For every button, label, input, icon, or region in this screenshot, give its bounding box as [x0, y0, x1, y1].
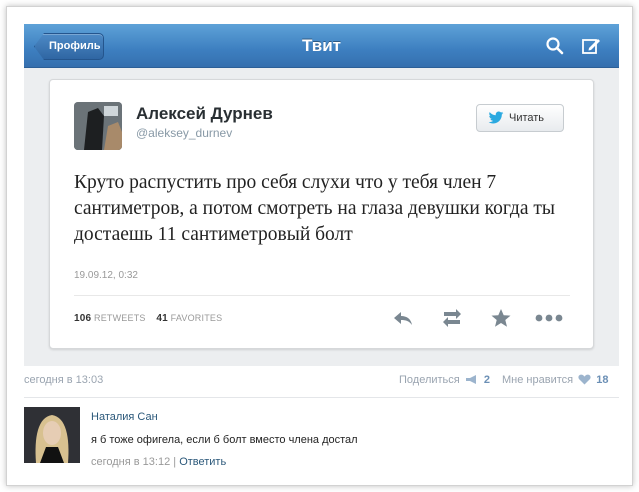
tweet-text: Круто распустить про себя слухи что у те…: [74, 172, 556, 245]
follow-label: Читать: [509, 112, 545, 124]
post-meta: сегодня в 13:03 Поделиться 2 Мне нравитс…: [24, 374, 619, 390]
heart-icon: [578, 374, 591, 385]
author-name[interactable]: Алексей Дурнев: [136, 104, 273, 124]
reply-link[interactable]: Ответить: [179, 456, 226, 468]
retweet-icon[interactable]: [441, 308, 463, 328]
share-count: 2: [483, 374, 490, 386]
follow-button[interactable]: Читать: [476, 104, 564, 132]
tweet-stats: 106 RETWEETS 41 FAVORITES: [74, 313, 222, 324]
favorites-label[interactable]: FAVORITES: [171, 313, 223, 323]
tweet-card: Алексей Дурнев @aleksey_durnev Читать Кр…: [49, 79, 594, 349]
comment-separator: [24, 397, 619, 398]
search-icon[interactable]: [545, 36, 565, 56]
comment-meta: сегодня в 13:12 | Ответить: [91, 456, 226, 468]
twitter-bird-icon: [488, 111, 504, 124]
like-label: Мне нравится: [502, 374, 574, 386]
post-time[interactable]: сегодня в 13:03: [24, 374, 103, 386]
comment-time[interactable]: сегодня в 13:12: [91, 456, 170, 468]
star-icon[interactable]: [490, 308, 512, 328]
more-icon[interactable]: [534, 308, 564, 328]
comment-author[interactable]: Наталия Сан: [91, 411, 158, 423]
retweets-label[interactable]: RETWEETS: [94, 313, 146, 323]
tweet-screenshot: Профиль Твит Алексей Дурнев @aleksey_dur…: [24, 24, 619, 366]
compose-icon[interactable]: [581, 36, 601, 56]
like-count: 18: [596, 374, 609, 386]
retweets-count[interactable]: 106: [74, 313, 91, 324]
comment-meta-separator: |: [173, 456, 177, 468]
share-label: Поделиться: [399, 374, 460, 386]
reply-icon[interactable]: [392, 308, 414, 328]
nav-title: Твит: [302, 36, 341, 55]
divider: [74, 295, 570, 296]
author-handle[interactable]: @aleksey_durnev: [136, 126, 232, 140]
comment-text: я б тоже офигела, если б болт вместо чле…: [91, 434, 358, 446]
share-button[interactable]: Поделиться 2: [399, 374, 490, 386]
app-navbar: Профиль Твит: [24, 24, 619, 68]
like-button[interactable]: Мне нравится 18: [502, 374, 608, 386]
commenter-avatar[interactable]: [24, 407, 80, 463]
post-frame: Профиль Твит Алексей Дурнев @aleksey_dur…: [6, 6, 633, 486]
tweet-date[interactable]: 19.09.12, 0:32: [74, 270, 138, 281]
author-avatar[interactable]: [74, 102, 122, 150]
megaphone-icon: [465, 375, 476, 384]
favorites-count[interactable]: 41: [156, 313, 168, 324]
